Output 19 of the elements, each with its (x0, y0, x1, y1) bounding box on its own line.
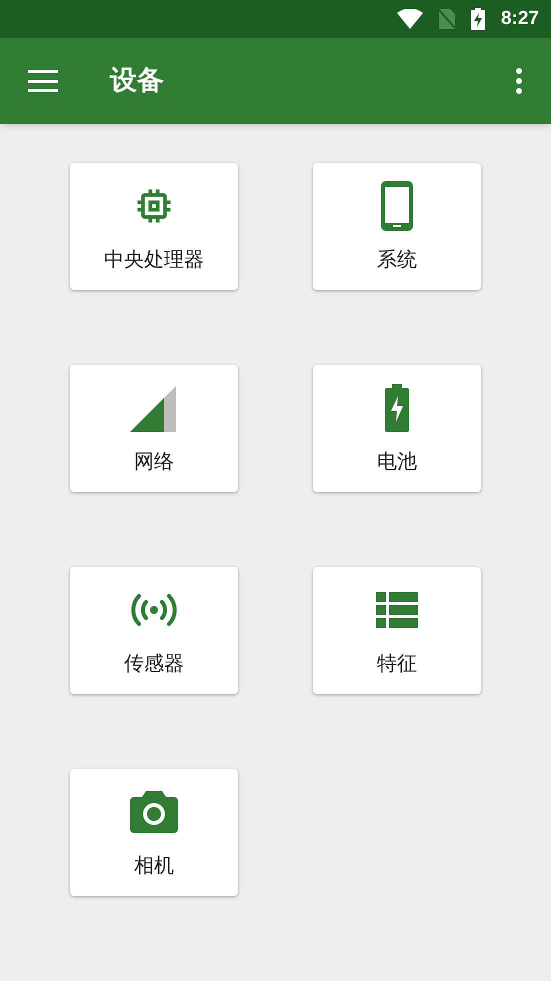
category-tile[interactable]: 电池 (313, 365, 481, 492)
clock-time: 8:27 (500, 6, 539, 31)
smartphone-icon (379, 180, 415, 232)
list-icon (376, 592, 418, 628)
page-title: 设备 (110, 64, 164, 98)
battery-charging-icon (384, 384, 410, 432)
category-tile[interactable]: 中央处理器 (70, 163, 238, 290)
wifi-icon (396, 9, 423, 29)
menu-button[interactable] (28, 70, 58, 92)
category-tile[interactable]: 系统 (313, 163, 481, 290)
battery-charging-icon (470, 8, 485, 30)
more-options-button[interactable] (515, 68, 523, 94)
category-tile[interactable]: 相机 (70, 769, 238, 896)
category-tile[interactable]: 网络 (70, 365, 238, 492)
category-tile[interactable]: 特征 (313, 567, 481, 694)
signal-icon (130, 384, 178, 432)
camera-icon (130, 790, 178, 832)
category-tile[interactable]: 传感器 (70, 567, 238, 694)
no-sim-icon (438, 9, 455, 29)
